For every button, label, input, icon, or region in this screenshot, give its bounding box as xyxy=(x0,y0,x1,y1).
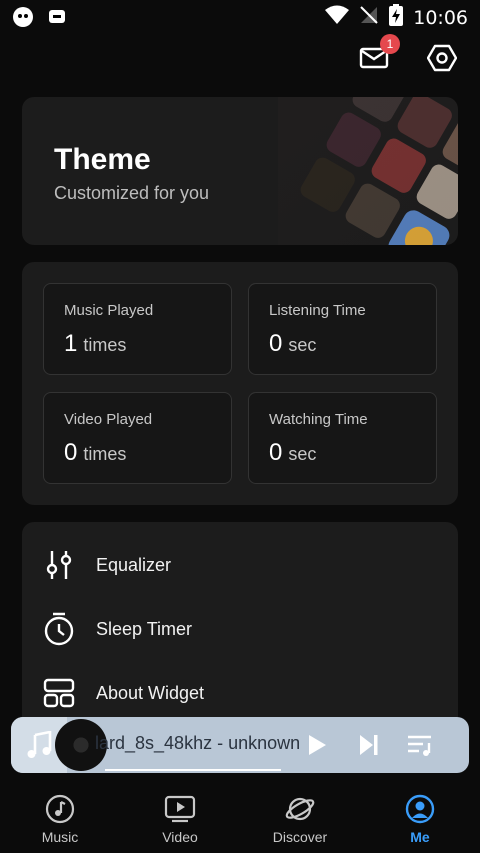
equalizer-icon xyxy=(42,548,76,582)
bottom-navigation: Music Video Discover Me xyxy=(0,785,480,853)
stat-number: 0 xyxy=(269,439,283,466)
wifi-icon xyxy=(325,5,350,30)
play-button[interactable] xyxy=(303,731,331,759)
header-actions: 1 xyxy=(356,34,460,76)
stat-value: 0 sec xyxy=(269,330,316,358)
stat-label: Video Played xyxy=(64,411,153,428)
stat-value: 1 times xyxy=(64,330,126,358)
mail-button[interactable]: 1 xyxy=(356,34,400,76)
tools-menu: Equalizer Sleep Timer About Widget xyxy=(22,522,458,732)
stat-label: Listening Time xyxy=(269,302,366,319)
planet-icon xyxy=(284,793,316,825)
stat-label: Music Played xyxy=(64,302,154,319)
stat-number: 1 xyxy=(64,330,78,357)
nav-label: Video xyxy=(162,829,198,845)
theme-artwork xyxy=(278,97,458,245)
status-bar: 10:06 xyxy=(0,0,480,34)
profile-icon xyxy=(404,793,436,825)
settings-icon xyxy=(427,44,457,72)
nav-tab-video[interactable]: Video xyxy=(120,785,240,853)
queue-button[interactable] xyxy=(407,731,435,759)
menu-item-equalizer[interactable]: Equalizer xyxy=(22,533,458,597)
music-note-icon xyxy=(27,731,52,758)
progress-bar[interactable] xyxy=(105,769,281,771)
stat-unit: times xyxy=(83,444,127,464)
message-notification-icon xyxy=(48,8,66,31)
stat-number: 0 xyxy=(269,330,283,357)
stat-label: Watching Time xyxy=(269,411,368,428)
music-icon xyxy=(44,793,76,825)
battery-charging-icon xyxy=(389,4,404,31)
mail-badge: 1 xyxy=(380,34,400,54)
widget-icon xyxy=(42,676,76,710)
nav-label: Discover xyxy=(272,829,328,845)
theme-card[interactable]: Theme Customized for you xyxy=(22,97,458,245)
track-title: lard_8s_48khz - unknown xyxy=(95,733,301,753)
stat-number: 0 xyxy=(64,439,78,466)
stat-unit: times xyxy=(83,335,127,355)
theme-title: Theme xyxy=(54,143,151,176)
playlist-icon xyxy=(408,735,431,756)
mini-player[interactable]: lard_8s_48khz - unknown xyxy=(11,717,469,773)
next-button[interactable] xyxy=(355,731,383,759)
stat-unit: sec xyxy=(288,444,317,464)
app-notification-icon xyxy=(12,6,34,33)
settings-button[interactable] xyxy=(424,40,460,76)
status-time: 10:06 xyxy=(413,6,468,29)
nav-tab-discover[interactable]: Discover xyxy=(240,785,360,853)
stat-value: 0 times xyxy=(64,439,126,467)
stat-watching-time: Watching Time 0 sec xyxy=(248,392,437,484)
play-icon xyxy=(309,735,326,755)
video-icon xyxy=(164,793,196,825)
menu-item-about-widget[interactable]: About Widget xyxy=(22,661,458,725)
nav-tab-me[interactable]: Me xyxy=(360,785,480,853)
stats-card: Music Played 1 times Listening Time 0 sec … xyxy=(22,262,458,505)
menu-item-label: Equalizer xyxy=(96,554,172,575)
menu-item-label: Sleep Timer xyxy=(96,618,193,639)
timer-icon xyxy=(42,612,76,646)
nav-label: Music xyxy=(41,829,79,845)
stat-music-played: Music Played 1 times xyxy=(43,283,232,375)
menu-item-sleep-timer[interactable]: Sleep Timer xyxy=(22,597,458,661)
theme-subtitle: Customized for you xyxy=(54,183,210,203)
menu-item-label: About Widget xyxy=(96,682,205,703)
stat-value: 0 sec xyxy=(269,439,316,467)
stat-video-played: Video Played 0 times xyxy=(43,392,232,484)
skip-next-icon xyxy=(360,735,378,755)
nav-label: Me xyxy=(410,829,430,845)
stat-listening-time: Listening Time 0 sec xyxy=(248,283,437,375)
stat-unit: sec xyxy=(288,335,317,355)
nav-tab-music[interactable]: Music xyxy=(0,785,120,853)
no-signal-icon xyxy=(359,5,379,30)
